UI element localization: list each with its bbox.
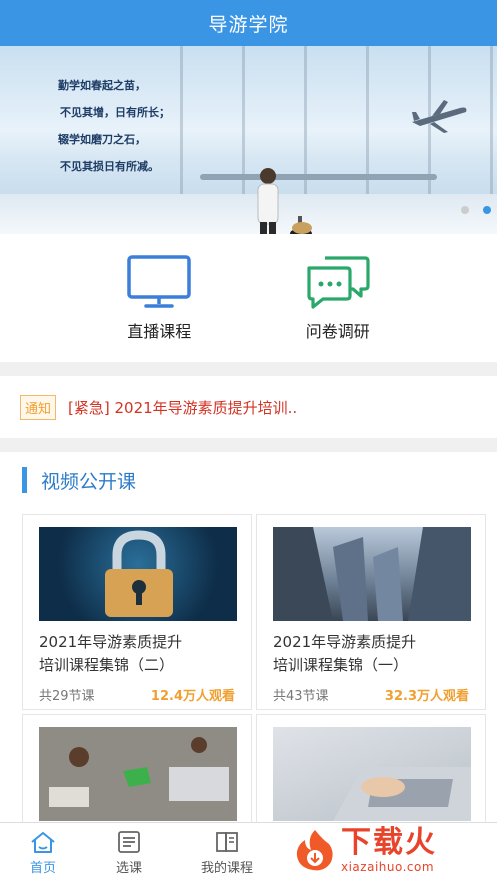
course-title: 2021年导游素质提升 培训课程集锦（一）	[273, 631, 469, 677]
course-title: 2021年导游素质提升 培训课程集锦（二）	[39, 631, 235, 677]
carousel-dot[interactable]	[461, 206, 469, 214]
tab-course-select[interactable]: 选课	[86, 823, 172, 883]
quote-line: 不见其增，日有所长；	[60, 106, 170, 119]
lesson-count: 共43节课	[273, 689, 329, 704]
quote-line: 不见其损日有所减。	[60, 160, 159, 173]
course-title-line: 2021年导游素质提升	[39, 633, 183, 651]
quick-actions: 直播课程 问卷调研	[0, 234, 497, 362]
chat-bubbles-icon	[307, 256, 370, 309]
tab-home[interactable]: 首页	[0, 823, 86, 883]
course-title-line: 培训课程集锦（二）	[39, 656, 175, 674]
watermark-brand: 下载火	[341, 825, 437, 860]
carousel-dot-active[interactable]	[483, 206, 491, 214]
airplane-icon	[412, 100, 467, 133]
top-bar: 导游学院	[0, 0, 497, 46]
app-root: 导游学院 勤学如春起之苗， 不见其增，日有所长； 辍学如磨刀之石， 不见其损日有…	[0, 0, 497, 883]
view-count: 32.3万人观看	[384, 689, 469, 704]
notice-tag: 通知	[20, 394, 57, 420]
course-meta: 共29节课 12.4万人观看	[39, 685, 235, 704]
video-courses-section: 视频公开课 2021年导游素质提升 培训课程集锦（二） 共29节课 12.4万人…	[0, 452, 497, 883]
meeting-table-image	[39, 727, 237, 821]
view-count: 12.4万人观看	[150, 689, 235, 704]
book-icon	[216, 832, 238, 852]
section-title: 视频公开课	[41, 470, 137, 493]
skyscrapers-image	[273, 527, 471, 621]
banner-quote: 勤学如春起之苗， 不见其增，日有所长； 辍学如磨刀之石， 不见其损日有所减。	[58, 72, 170, 180]
course-title-line: 2021年导游素质提升	[273, 633, 417, 651]
tab-label: 我的课程	[200, 861, 253, 876]
list-icon	[118, 831, 140, 853]
live-courses-button[interactable]: 直播课程	[104, 254, 214, 342]
watermark-url: xiazaihuo.com	[341, 860, 435, 874]
tab-label: 选课	[115, 861, 142, 876]
course-thumbnail-padlock	[39, 527, 237, 621]
home-icon	[31, 832, 55, 853]
watermark: 下载火 xiazaihuo.com	[287, 817, 497, 883]
course-meta: 共43节课 32.3万人观看	[273, 685, 469, 704]
laptop-image	[333, 767, 471, 821]
page-title: 导游学院	[208, 13, 289, 36]
tab-my-courses[interactable]: 我的课程	[172, 823, 282, 883]
section-header: 视频公开课	[0, 452, 497, 508]
carousel-indicator	[461, 206, 491, 214]
course-thumbnail-laptop	[273, 727, 471, 821]
banner-carousel[interactable]: 勤学如春起之苗， 不见其增，日有所长； 辍学如磨刀之石， 不见其损日有所减。	[0, 46, 497, 234]
quote-line: 辍学如磨刀之石，	[58, 133, 146, 146]
section-accent-bar	[22, 467, 27, 493]
padlock-icon	[105, 530, 173, 617]
watermark-text: 下载火 xiazaihuo.com	[341, 825, 437, 875]
course-thumbnail-meeting-table	[39, 727, 237, 821]
notice-text[interactable]: [紧急] 2021年导游素质提升培训..	[68, 397, 297, 418]
tab-label: 首页	[29, 861, 56, 876]
survey-button[interactable]: 问卷调研	[283, 254, 393, 342]
notice-bar[interactable]: 通知 [紧急] 2021年导游素质提升培训..	[0, 376, 497, 438]
lesson-count: 共29节课	[39, 689, 95, 704]
course-card[interactable]: 2021年导游素质提升 培训课程集锦（二） 共29节课 12.4万人观看	[22, 514, 252, 710]
course-title-line: 培训课程集锦（一）	[273, 656, 409, 674]
quote-line: 勤学如春起之苗，	[58, 79, 146, 92]
quick-action-label: 直播课程	[127, 322, 192, 341]
traveler-figure	[257, 168, 312, 234]
flame-logo-icon	[296, 830, 333, 871]
course-card[interactable]: 2021年导游素质提升 培训课程集锦（一） 共43节课 32.3万人观看	[256, 514, 486, 710]
monitor-icon	[127, 255, 191, 308]
quick-action-label: 问卷调研	[305, 322, 370, 341]
course-thumbnail-skyscrapers	[273, 527, 471, 621]
